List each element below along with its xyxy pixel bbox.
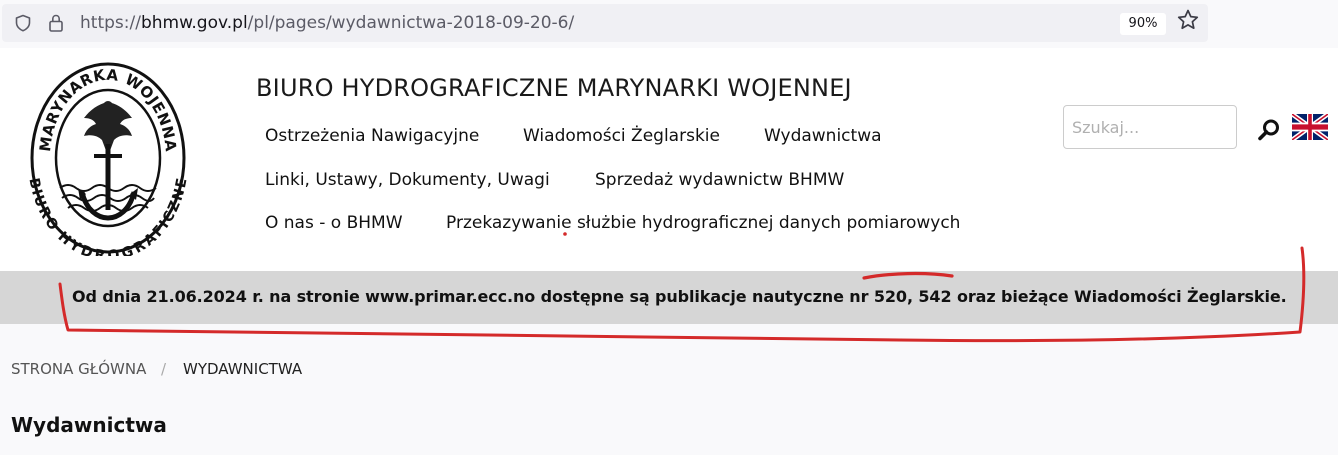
url-domain: bhmw.gov.pl xyxy=(140,13,248,33)
browser-toolbar: https://bhmw.gov.pl/pl/pages/wydawnictwa… xyxy=(0,0,1338,50)
breadcrumb-separator: / xyxy=(161,360,167,378)
announcement-band: Od dnia 21.06.2024 r. na stronie www.pri… xyxy=(0,271,1338,324)
url-path: /pl/pages/wydawnictwa-2018-09-20-6/ xyxy=(247,13,575,33)
nav-item-sprzedaz[interactable]: Sprzedaż wydawnictw BHMW xyxy=(595,170,844,190)
breadcrumb-home[interactable]: STRONA GŁÓWNA xyxy=(11,360,146,378)
zoom-level-button[interactable]: 90% xyxy=(1120,13,1166,35)
nav-item-przekazywanie[interactable]: Przekazywanie służbie hydrograficznej da… xyxy=(446,213,960,233)
nav-item-wiadomosci[interactable]: Wiadomości Żeglarskie xyxy=(523,126,720,146)
url-prefix: https:// xyxy=(80,13,141,33)
nav-item-ostrzezenia[interactable]: Ostrzeżenia Nawigacyjne xyxy=(265,126,479,146)
lock-icon[interactable] xyxy=(48,13,64,33)
nav-item-o-nas[interactable]: O nas - o BHMW xyxy=(265,213,403,233)
shield-icon[interactable] xyxy=(14,14,32,32)
url-text[interactable]: https://bhmw.gov.pl/pl/pages/wydawnictwa… xyxy=(80,13,574,33)
site-title[interactable]: BIURO HYDROGRAFICZNE MARYNARKI WOJENNEJ xyxy=(256,74,852,102)
search-input[interactable] xyxy=(1063,105,1237,149)
address-bar[interactable]: https://bhmw.gov.pl/pl/pages/wydawnictwa… xyxy=(2,4,1208,42)
uk-flag-icon[interactable] xyxy=(1292,114,1328,140)
breadcrumb-current: WYDAWNICTWA xyxy=(183,360,303,378)
announcement-text: Od dnia 21.06.2024 r. na stronie www.pri… xyxy=(72,287,1287,306)
nav-item-wydawnictwa[interactable]: Wydawnictwa xyxy=(764,126,882,146)
page-title: Wydawnictwa xyxy=(11,413,167,437)
bhmw-logo[interactable]: MARYNARKA WOJENNA BIURO HYDROGRAFICZNE xyxy=(28,60,188,256)
star-icon[interactable] xyxy=(1176,8,1200,32)
search-icon[interactable] xyxy=(1257,118,1281,142)
site-header: MARYNARKA WOJENNA BIURO HYDROGRAFICZNE B… xyxy=(0,48,1338,271)
nav-item-linki[interactable]: Linki, Ustawy, Dokumenty, Uwagi xyxy=(265,170,550,190)
